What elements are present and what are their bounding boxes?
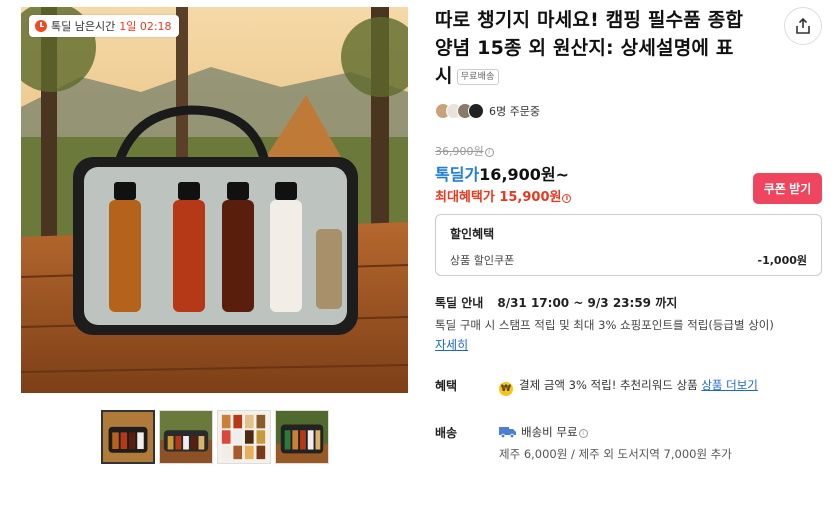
thumbnail-2[interactable] [159,410,213,464]
benefit-label: 혜택 [435,379,458,393]
avatar [468,103,484,119]
deal-price: 톡딜가16,900원~ [435,161,569,185]
coupon-download-button[interactable]: 쿠폰 받기 [753,173,822,204]
max-benefit-label: 최대혜택가 [435,190,495,205]
discount-box: 할인혜택 상품 할인쿠폰 -1,000원 [435,214,822,276]
shipping-content: 배송비 무료 i 제주 6,000원 / 제주 외 도서지역 7,000원 추가 [499,424,732,462]
benefit-row: 혜택 ₩ 결제 금액 3% 적립! 추천리워드 상품 상품 더보기 [435,377,830,396]
thumbnail-4[interactable] [275,410,329,464]
buyers-text: 6명 주문중 [489,105,540,118]
deal-timer-value: 1일 02:18 [119,20,172,33]
thumbnail-list [101,410,329,464]
max-benefit-value: 15,900원 [499,190,562,205]
won-coin-icon: ₩ [499,382,513,396]
deal-guide-label: 톡딜 안내 [435,296,484,310]
benefit-text: 결제 금액 3% 적립! 추천리워드 상품 [519,378,698,392]
shipping-fee: 배송비 무료 [521,425,578,439]
info-icon[interactable]: i [484,148,494,157]
more-products-link[interactable]: 상품 더보기 [701,378,758,392]
max-benefit-price: 최대혜택가 15,900원 i [435,186,572,205]
thumbnail-3[interactable] [217,410,271,464]
discount-row-amount: -1,000원 [757,254,807,267]
benefit-content: ₩ 결제 금액 3% 적립! 추천리워드 상품 상품 더보기 [499,377,758,396]
buyer-avatars [435,103,484,119]
buyers-indicator: 6명 주문중 [435,103,540,119]
deal-guide-period: 8/31 17:00 ~ 9/3 23:59 까지 [497,296,678,310]
free-shipping-badge: 무료배송 [456,69,499,85]
shipping-row: 배송 배송비 무료 i 제주 6,000원 / 제주 외 도서지역 7,000원 … [435,424,830,462]
clock-icon [35,20,47,32]
discount-title: 할인혜택 [450,227,495,241]
share-icon [796,17,810,34]
deal-guide-description: 톡딜 구매 시 스탬프 적립 및 최대 3% 쇼핑포인트를 적립(등급별 상이) [435,318,774,332]
info-icon[interactable]: i [562,194,572,203]
product-photo [21,7,408,393]
truck-icon [499,427,516,438]
discount-row-label: 상품 할인쿠폰 [450,254,515,267]
shipping-extra: 제주 6,000원 / 제주 외 도서지역 7,000원 추가 [499,447,732,461]
deal-timer-label: 톡딜 남은시간 [51,20,116,33]
discount-row: 상품 할인쿠폰 -1,000원 [450,252,807,268]
thumbnail-1[interactable] [101,410,155,464]
info-icon[interactable]: i [578,429,588,438]
shipping-label: 배송 [435,426,458,440]
detail-link[interactable]: 자세히 [435,338,468,352]
original-price-value: 36,900원 [435,145,484,158]
deal-guide: 톡딜 안내 8/31 17:00 ~ 9/3 23:59 까지 톡딜 구매 시 … [435,294,830,354]
original-price: 36,900원 i [435,143,494,159]
deal-price-label: 톡딜가 [435,165,480,184]
deal-timer-badge: 톡딜 남은시간 1일 02:18 [29,15,179,37]
product-title: 따로 챙기지 마세요! 캠핑 필수품 종합 양념 15종 외 원산지: 상세설명… [435,6,745,90]
product-main-image: 톡딜 남은시간 1일 02:18 [21,7,408,393]
deal-guide-header: 톡딜 안내 8/31 17:00 ~ 9/3 23:59 까지 [435,294,830,311]
deal-price-value: 16,900원~ [479,165,570,184]
share-button[interactable] [784,7,822,45]
